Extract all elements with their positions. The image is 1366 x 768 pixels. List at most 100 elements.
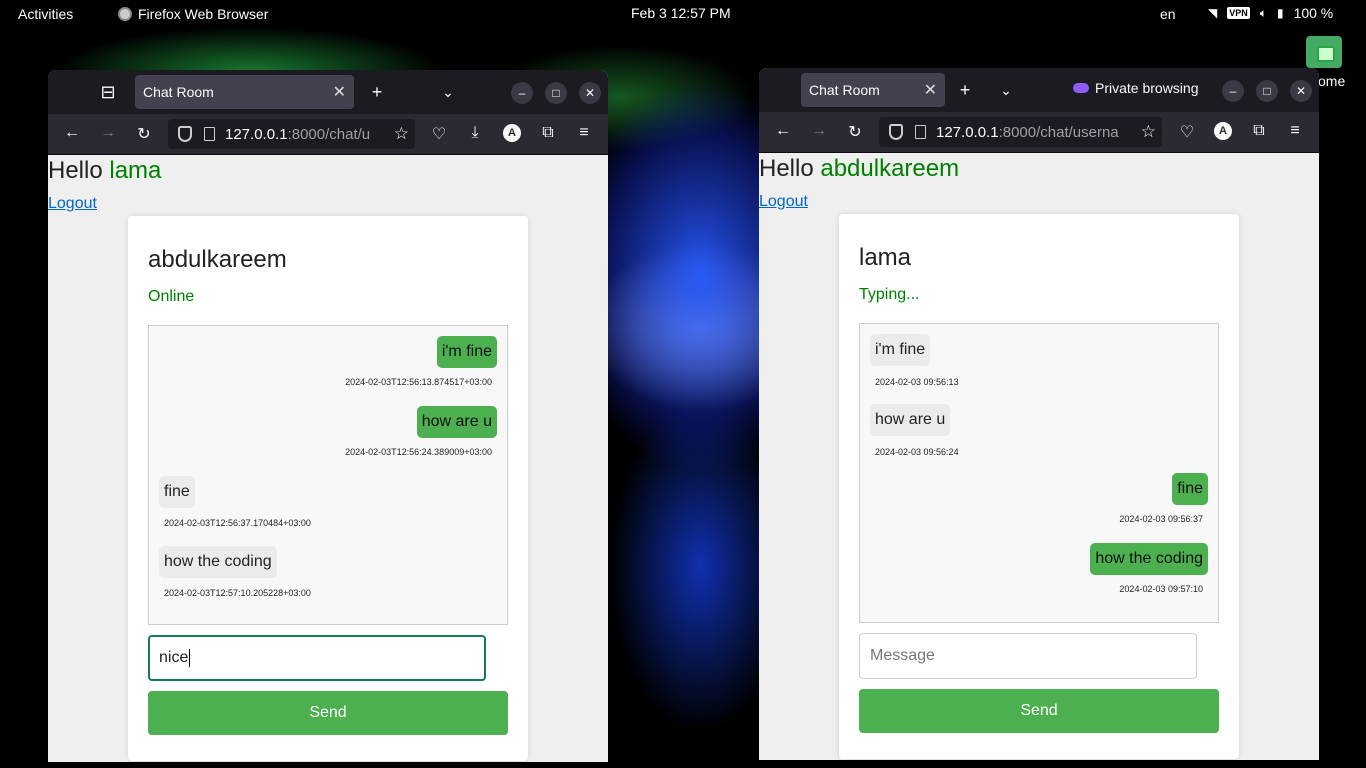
tracking-shield-icon[interactable] <box>178 126 192 142</box>
url-text[interactable]: 127.0.0.1:8000/chat/u <box>225 126 370 143</box>
maximize-icon[interactable]: □ <box>1256 80 1278 102</box>
message-bubble: fine <box>1172 473 1208 505</box>
chat-page: Hello abdulkareem Logout lama Typing... … <box>759 153 1319 760</box>
logout-link[interactable]: Logout <box>759 193 808 211</box>
firefox-view-icon[interactable]: ⊟ <box>96 82 120 102</box>
message-bubble: i'm fine <box>870 334 931 366</box>
message-item: how are u <box>870 404 951 436</box>
pocket-icon[interactable]: ♡ <box>428 124 450 144</box>
url-bar[interactable]: 127.0.0.1:8000/chat/userna ☆ <box>879 117 1162 147</box>
url-text[interactable]: 127.0.0.1:8000/chat/userna <box>936 124 1119 141</box>
url-path: :8000/chat/u <box>287 125 371 143</box>
system-tray[interactable]: ◥ VPN 🔈︎ ▮ 100 % <box>1208 5 1333 21</box>
extensions-icon[interactable]: ⧉ <box>1248 122 1270 140</box>
chat-page: Hello lama Logout abdulkareem Online i'm… <box>48 155 608 762</box>
close-tab-icon[interactable]: ✕ <box>924 80 937 100</box>
message-item: fine <box>159 476 195 508</box>
volume-icon: 🔈︎ <box>1259 5 1267 20</box>
bookmark-star-icon[interactable]: ☆ <box>391 124 409 144</box>
reload-icon[interactable]: ↻ <box>133 124 155 144</box>
url-bar[interactable]: 127.0.0.1:8000/chat/u ☆ <box>168 119 415 149</box>
activities-button[interactable]: Activities <box>18 6 73 22</box>
greeting: Hello abdulkareem <box>759 155 959 183</box>
message-input-value: nice <box>159 649 189 666</box>
message-list[interactable]: i'm fine 2024-02-03T12:56:13.874517+03:0… <box>148 325 508 625</box>
close-window-icon[interactable]: ✕ <box>579 82 601 104</box>
logout-link[interactable]: Logout <box>48 195 97 213</box>
send-button[interactable]: Send <box>859 689 1219 733</box>
partner-status: Online <box>148 288 195 305</box>
tab-bar: ⊟ Chat Room ✕ + ⌄ – □ ✕ <box>48 70 608 114</box>
message-bubble: i'm fine <box>436 336 497 368</box>
wifi-icon: ◥ <box>1208 6 1218 20</box>
private-browsing-indicator: Private browsing <box>1073 80 1199 96</box>
message-item: how the coding <box>1090 543 1208 575</box>
firefox-window-right-private: Chat Room ✕ + ⌄ Private browsing – □ ✕ ←… <box>759 68 1319 760</box>
message-list[interactable]: i'm fine 2024-02-03 09:56:13 how are u 2… <box>859 323 1219 623</box>
reload-icon[interactable]: ↻ <box>844 122 866 142</box>
tab-chat-room[interactable]: Chat Room ✕ <box>801 73 945 107</box>
message-timestamp: 2024-02-03 09:56:24 <box>875 447 959 457</box>
chat-card: lama Typing... i'm fine 2024-02-03 09:56… <box>839 214 1239 759</box>
app-menu-label: Firefox Web Browser <box>138 6 269 22</box>
menu-icon[interactable]: ≡ <box>573 124 595 142</box>
close-window-icon[interactable]: ✕ <box>1290 80 1312 102</box>
private-mask-icon <box>1073 83 1089 93</box>
back-icon[interactable]: ← <box>772 122 794 140</box>
greeting: Hello lama <box>48 157 161 185</box>
message-item: i'm fine <box>436 336 497 368</box>
tab-title: Chat Room <box>143 84 214 100</box>
message-timestamp: 2024-02-03T12:56:13.874517+03:00 <box>345 377 492 387</box>
system-top-bar: Activities Firefox Web Browser Feb 3 12:… <box>0 0 1366 27</box>
minimize-icon[interactable]: – <box>1222 80 1244 102</box>
page-info-icon[interactable] <box>915 125 926 139</box>
bookmark-star-icon[interactable]: ☆ <box>1138 122 1156 142</box>
clock[interactable]: Feb 3 12:57 PM <box>631 5 731 21</box>
menu-icon[interactable]: ≡ <box>1284 122 1306 140</box>
message-item: i'm fine <box>870 334 931 366</box>
account-icon[interactable]: A <box>1214 122 1232 140</box>
message-input[interactable]: Message <box>859 633 1197 679</box>
forward-icon[interactable]: → <box>808 122 830 140</box>
tab-chat-room[interactable]: Chat Room ✕ <box>135 75 354 109</box>
page-info-icon[interactable] <box>204 127 215 141</box>
close-tab-icon[interactable]: ✕ <box>333 82 346 102</box>
account-icon[interactable]: A <box>503 124 521 142</box>
back-icon[interactable]: ← <box>61 124 83 142</box>
navigation-toolbar: ← → ↻ 127.0.0.1:8000/chat/u ☆ ♡ ⤓ A ⧉ ≡ <box>48 114 608 155</box>
message-bubble: how the coding <box>1090 543 1208 575</box>
new-tab-icon[interactable]: + <box>365 82 389 102</box>
home-folder-icon[interactable] <box>1306 36 1342 68</box>
greeting-prefix: Hello <box>759 155 821 182</box>
partner-name: abdulkareem <box>148 246 287 273</box>
private-browsing-label: Private browsing <box>1095 80 1199 96</box>
tracking-shield-icon[interactable] <box>889 124 903 140</box>
list-tabs-icon[interactable]: ⌄ <box>994 80 1018 100</box>
url-host: 127.0.0.1 <box>936 123 999 141</box>
chat-card: abdulkareem Online i'm fine 2024-02-03T1… <box>128 216 528 761</box>
pocket-icon[interactable]: ♡ <box>1176 122 1198 142</box>
list-tabs-icon[interactable]: ⌄ <box>436 82 460 102</box>
text-caret <box>189 648 191 667</box>
message-bubble: how are u <box>416 406 497 438</box>
partner-name: lama <box>859 244 912 271</box>
language-indicator[interactable]: en <box>1160 6 1176 22</box>
current-username: lama <box>109 157 162 184</box>
message-item: how are u <box>416 406 497 438</box>
firefox-icon <box>118 7 132 21</box>
tab-bar: Chat Room ✕ + ⌄ Private browsing – □ ✕ <box>759 68 1319 112</box>
greeting-prefix: Hello <box>48 157 110 184</box>
downloads-icon[interactable]: ⤓ <box>464 124 486 142</box>
tab-title: Chat Room <box>809 82 880 98</box>
message-input[interactable]: nice <box>148 635 486 681</box>
extensions-icon[interactable]: ⧉ <box>537 124 559 142</box>
forward-icon[interactable]: → <box>97 124 119 142</box>
current-username: abdulkareem <box>820 155 960 182</box>
new-tab-icon[interactable]: + <box>953 80 977 100</box>
minimize-icon[interactable]: – <box>511 82 533 104</box>
send-button[interactable]: Send <box>148 691 508 735</box>
navigation-toolbar: ← → ↻ 127.0.0.1:8000/chat/userna ☆ ♡ A ⧉… <box>759 112 1319 153</box>
app-menu[interactable]: Firefox Web Browser <box>118 6 268 22</box>
message-timestamp: 2024-02-03 09:57:10 <box>1119 584 1203 594</box>
maximize-icon[interactable]: □ <box>545 82 567 104</box>
